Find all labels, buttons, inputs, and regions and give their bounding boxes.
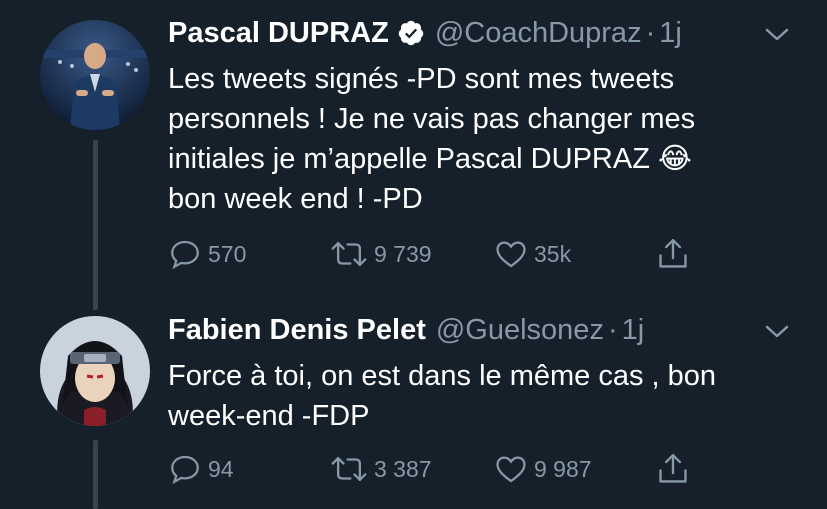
reply-icon xyxy=(168,452,202,486)
tweet-text-line: personnels ! Je ne vais pas changer mes xyxy=(168,103,696,135)
like-count: 9 987 xyxy=(534,455,592,482)
tweet-header: Fabien Denis Pelet @Guelsonez · 1j xyxy=(168,310,644,350)
retweet-button[interactable]: 3 387 xyxy=(330,449,432,489)
tweet-time[interactable]: 1j xyxy=(659,17,682,50)
avatar-pascal-dupraz[interactable] xyxy=(40,20,150,130)
tweet-text-line: Force à toi, on est dans le même cas , b… xyxy=(168,360,717,392)
author-handle[interactable]: @Guelsonez xyxy=(436,314,604,347)
tweet-text-line: initiales je m’appelle Pascal DUPRAZ 😂 xyxy=(168,143,692,175)
like-count: 35k xyxy=(534,240,572,267)
tweet-actions: 570 9 739 35k xyxy=(168,234,728,274)
thread-line xyxy=(93,140,98,310)
share-icon xyxy=(656,451,690,487)
thread-line xyxy=(93,440,98,509)
tweet-text: Les tweets signés -PD sont mes tweets pe… xyxy=(168,59,808,219)
chevron-down-icon[interactable] xyxy=(763,24,791,44)
retweet-button[interactable]: 9 739 xyxy=(330,234,432,274)
like-icon xyxy=(494,237,528,271)
verified-badge-icon xyxy=(397,19,425,47)
author-name[interactable]: Pascal DUPRAZ xyxy=(168,17,389,50)
tweet-time[interactable]: 1j xyxy=(622,314,645,347)
tweet-1[interactable]: Pascal DUPRAZ @CoachDupraz · 1j Les twee… xyxy=(0,0,827,310)
tweet-actions: 94 3 387 9 987 xyxy=(168,449,728,489)
tweet-text: Force à toi, on est dans le même cas , b… xyxy=(168,356,808,436)
reply-button[interactable]: 570 xyxy=(168,234,246,274)
retweet-icon xyxy=(330,237,368,271)
tweet-text-line: Les tweets signés -PD sont mes tweets xyxy=(168,63,675,95)
avatar-fabien-denis-pelet[interactable] xyxy=(40,316,150,426)
retweet-icon xyxy=(330,452,368,486)
author-name[interactable]: Fabien Denis Pelet xyxy=(168,314,426,347)
retweet-count: 9 739 xyxy=(374,240,432,267)
author-handle[interactable]: @CoachDupraz xyxy=(435,17,642,50)
reply-count: 570 xyxy=(208,240,247,267)
separator-dot: · xyxy=(645,16,656,49)
like-icon xyxy=(494,452,528,486)
separator-dot: · xyxy=(607,313,618,346)
like-button[interactable]: 35k xyxy=(494,234,571,274)
reply-icon xyxy=(168,237,202,271)
share-button[interactable] xyxy=(656,234,690,274)
tweet-header: Pascal DUPRAZ @CoachDupraz · 1j xyxy=(168,13,682,53)
retweet-count: 3 387 xyxy=(374,455,432,482)
chevron-down-icon[interactable] xyxy=(763,321,791,341)
share-icon xyxy=(656,236,690,272)
like-button[interactable]: 9 987 xyxy=(494,449,592,489)
tweet-text-line: bon week end ! -PD xyxy=(168,183,423,215)
share-button[interactable] xyxy=(656,449,690,489)
tweet-text-line: week-end -FDP xyxy=(168,400,370,432)
reply-count: 94 xyxy=(208,455,234,482)
reply-button[interactable]: 94 xyxy=(168,449,234,489)
